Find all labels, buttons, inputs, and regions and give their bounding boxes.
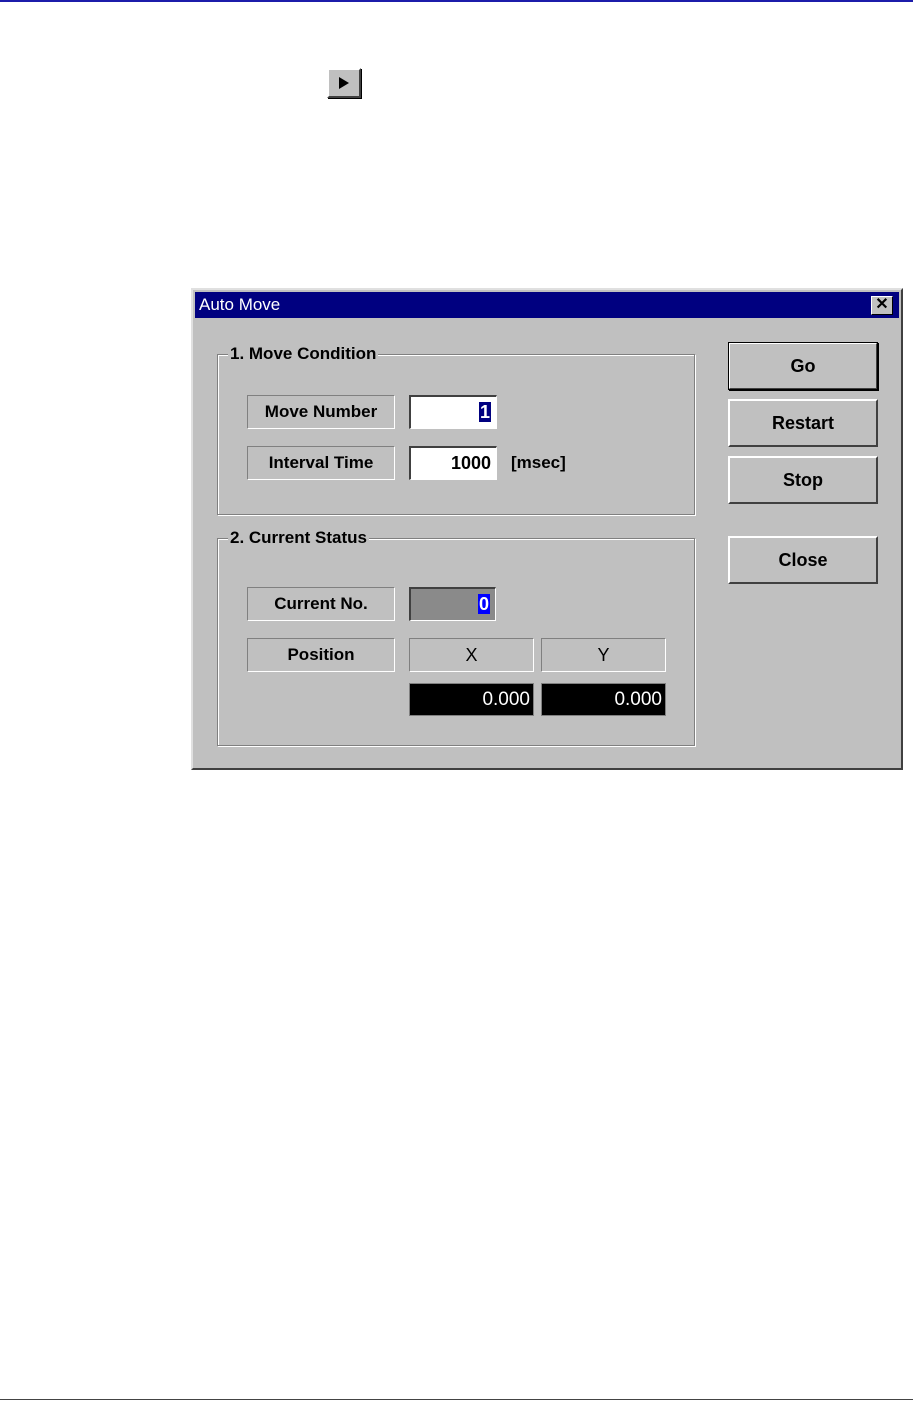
x-position-value: 0.000 xyxy=(409,683,534,716)
interval-time-label: Interval Time xyxy=(247,446,395,480)
stop-button[interactable]: Stop xyxy=(728,456,878,504)
current-no-value: 0 xyxy=(477,594,490,614)
auto-move-dialog: Auto Move ✕ 1. Move Condition Move Numbe… xyxy=(191,288,903,770)
move-condition-group: 1. Move Condition Move Number 1 Interval… xyxy=(217,344,695,515)
top-rule xyxy=(0,0,913,2)
interval-unit: [msec] xyxy=(511,453,566,472)
current-status-caption: 2. Current Status xyxy=(228,528,369,548)
bottom-rule xyxy=(0,1399,913,1400)
y-header: Y xyxy=(541,638,666,672)
move-number-value: 1 xyxy=(478,402,491,422)
dialog-title: Auto Move xyxy=(199,295,281,314)
title-bar[interactable]: Auto Move ✕ xyxy=(195,292,899,318)
play-icon xyxy=(339,77,349,89)
close-icon[interactable]: ✕ xyxy=(871,296,893,315)
move-number-label: Move Number xyxy=(247,395,395,429)
x-header: X xyxy=(409,638,534,672)
go-button[interactable]: Go xyxy=(728,342,878,390)
interval-time-input[interactable]: 1000 xyxy=(409,446,497,480)
current-status-group: 2. Current Status Current No. 0 Position… xyxy=(217,528,695,746)
move-number-input[interactable]: 1 xyxy=(409,395,497,429)
close-button[interactable]: Close xyxy=(728,536,878,584)
move-condition-caption: 1. Move Condition xyxy=(228,344,379,364)
current-no-display: 0 xyxy=(409,587,496,621)
restart-button[interactable]: Restart xyxy=(728,399,878,447)
y-position-value: 0.000 xyxy=(541,683,666,716)
play-button[interactable] xyxy=(327,68,361,98)
position-label: Position xyxy=(247,638,395,672)
current-no-label: Current No. xyxy=(247,587,395,621)
